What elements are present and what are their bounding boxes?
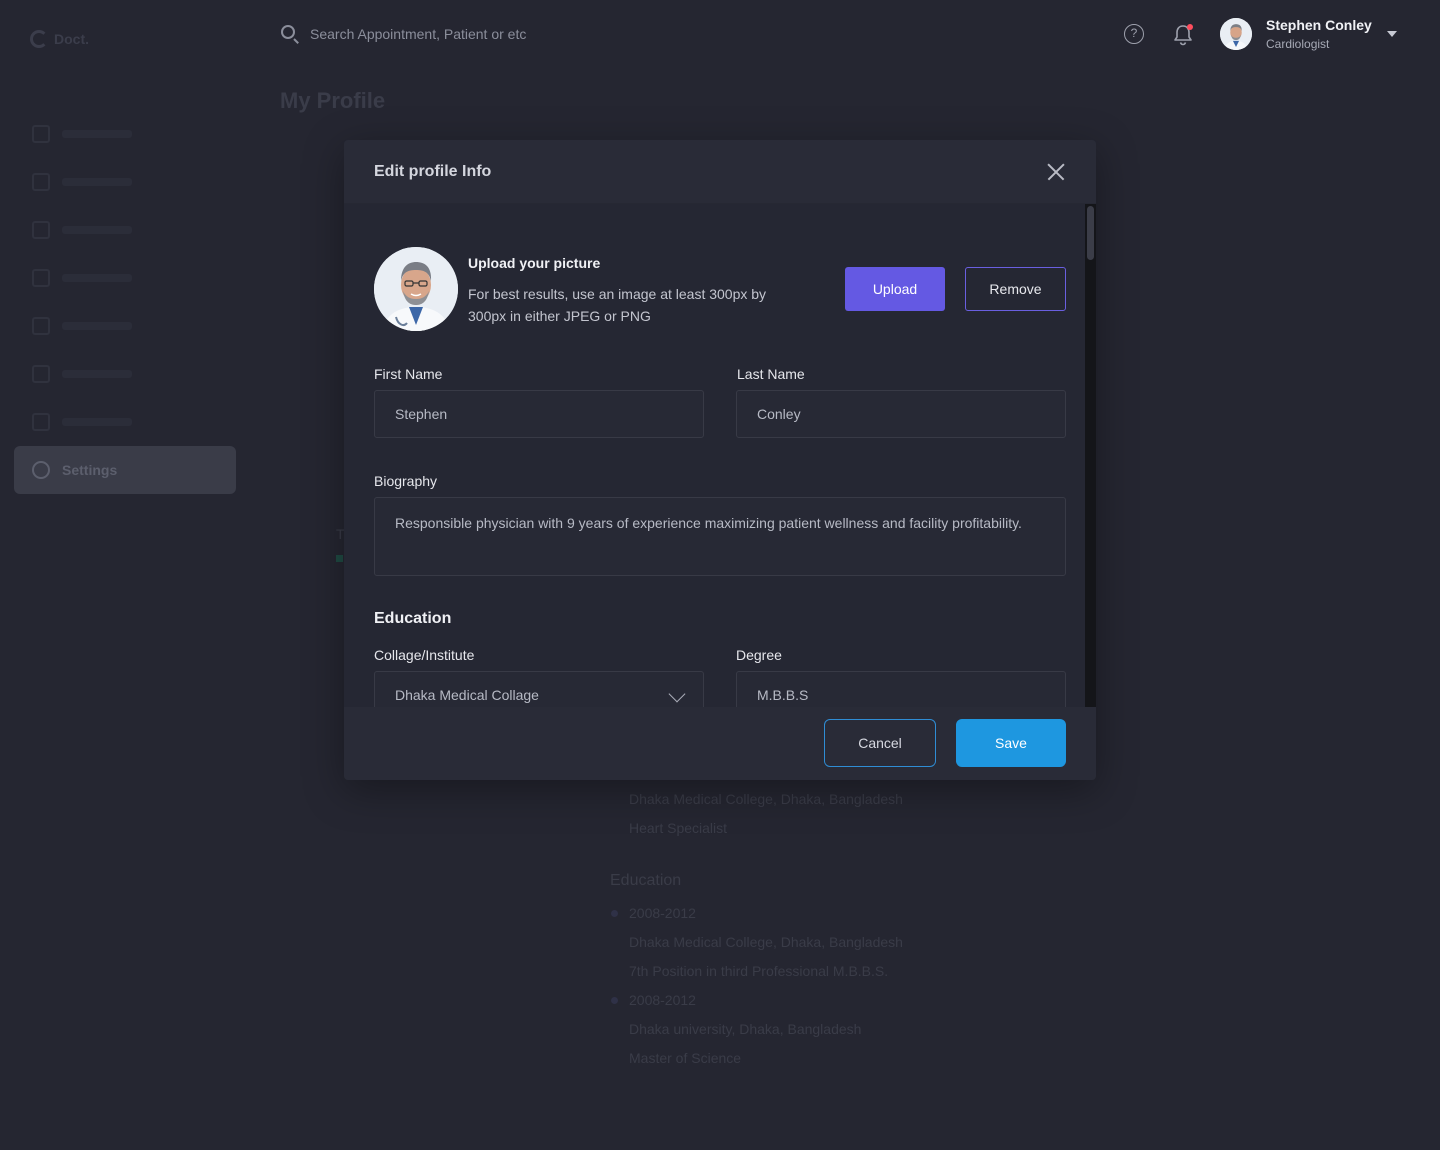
background-profile-line: Dhaka Medical College, Dhaka, Bangladesh bbox=[629, 934, 903, 950]
cancel-button[interactable]: Cancel bbox=[824, 719, 936, 767]
sidebar-item-label bbox=[62, 370, 132, 378]
education-heading: Education bbox=[374, 610, 452, 627]
sidebar-item-3[interactable] bbox=[14, 206, 236, 254]
modal-body: Upload your picture For best results, us… bbox=[344, 204, 1096, 707]
users-icon bbox=[32, 221, 50, 239]
institute-value: Dhaka Medical Collage bbox=[395, 687, 539, 703]
degree-label: Degree bbox=[736, 647, 782, 663]
last-name-label: Last Name bbox=[737, 366, 805, 382]
logo-icon bbox=[30, 30, 48, 48]
close-icon[interactable] bbox=[1046, 162, 1066, 182]
chevron-down-icon bbox=[668, 685, 686, 703]
background-profile-line: 2008-2012 bbox=[610, 986, 903, 1015]
search-icon bbox=[280, 24, 300, 44]
sidebar-item-label bbox=[62, 226, 132, 234]
notification-dot bbox=[1187, 24, 1193, 30]
sidebar-item-6[interactable] bbox=[14, 350, 236, 398]
save-button[interactable]: Save bbox=[956, 719, 1066, 767]
sidebar-item-1[interactable] bbox=[14, 110, 236, 158]
upload-section: Upload your picture For best results, us… bbox=[374, 247, 1066, 331]
background-profile-details: Dhaka Medical College, Dhaka, Bangladesh… bbox=[610, 785, 903, 1073]
upload-title: Upload your picture bbox=[468, 255, 601, 271]
sidebar-item-label bbox=[62, 130, 132, 138]
grid-icon bbox=[32, 125, 50, 143]
sidebar-item-settings[interactable]: Settings bbox=[14, 446, 236, 494]
biography-label: Biography bbox=[374, 473, 438, 489]
sidebar-item-7[interactable] bbox=[14, 398, 236, 446]
logo-text: Doct. bbox=[54, 31, 89, 47]
sidebar-item-2[interactable] bbox=[14, 158, 236, 206]
modal-footer: Cancel Save bbox=[344, 707, 1096, 780]
institute-label: Collage/Institute bbox=[374, 647, 475, 663]
upload-hint: For best results, use an image at least … bbox=[468, 286, 767, 324]
sidebar: Doct. Settings bbox=[0, 0, 250, 1150]
sidebar-item-5[interactable] bbox=[14, 302, 236, 350]
caret-down-icon[interactable] bbox=[1387, 31, 1397, 37]
edit-profile-modal: Edit profile Info Upload your picture Fo… bbox=[344, 140, 1096, 780]
topbar: ? Stephen Conley Cardiolo bbox=[250, 0, 1440, 70]
first-name-label: First Name bbox=[374, 366, 443, 382]
sidebar-item-4[interactable] bbox=[14, 254, 236, 302]
remove-button[interactable]: Remove bbox=[965, 267, 1066, 311]
modal-title: Edit profile Info bbox=[374, 162, 492, 180]
logo[interactable]: Doct. bbox=[30, 30, 89, 48]
degree-field[interactable] bbox=[736, 671, 1066, 707]
modal-header: Edit profile Info bbox=[344, 140, 1096, 204]
bell-icon[interactable] bbox=[1172, 23, 1194, 47]
scrollbar-thumb[interactable] bbox=[1087, 206, 1094, 260]
scrollbar-track[interactable] bbox=[1085, 204, 1096, 707]
search-input[interactable] bbox=[310, 26, 630, 42]
background-profile-line: Dhaka Medical College, Dhaka, Bangladesh bbox=[629, 791, 903, 807]
institute-select[interactable]: Dhaka Medical Collage bbox=[374, 671, 704, 707]
user-role: Cardiologist bbox=[1266, 37, 1330, 51]
background-profile-line: Master of Science bbox=[629, 1050, 742, 1066]
chart-icon bbox=[32, 365, 50, 383]
sidebar-item-label bbox=[62, 274, 132, 282]
inbox-icon bbox=[32, 317, 50, 335]
avatar bbox=[1220, 18, 1252, 50]
upload-button[interactable]: Upload bbox=[845, 267, 945, 311]
search-bar bbox=[280, 24, 630, 44]
profile-picture bbox=[374, 247, 458, 331]
biography-field[interactable]: Responsible physician with 9 years of ex… bbox=[374, 497, 1066, 576]
user-name: Stephen Conley bbox=[1266, 17, 1372, 33]
calendar-icon bbox=[32, 173, 50, 191]
page-title: My Profile bbox=[280, 88, 386, 113]
schedule-icon bbox=[32, 269, 50, 287]
background-profile-line: Dhaka university, Dhaka, Bangladesh bbox=[629, 1021, 862, 1037]
first-name-field[interactable] bbox=[374, 390, 704, 438]
background-profile-line: 7th Position in third Professional M.B.B… bbox=[629, 963, 889, 979]
background-marker bbox=[336, 555, 343, 562]
document-icon bbox=[32, 413, 50, 431]
user-menu[interactable]: Stephen Conley Cardiologist bbox=[1220, 17, 1372, 51]
sidebar-item-label bbox=[62, 418, 132, 426]
background-profile-line: 2008-2012 bbox=[610, 899, 903, 928]
sidebar-item-label: Settings bbox=[62, 462, 118, 478]
help-icon[interactable]: ? bbox=[1124, 24, 1144, 44]
last-name-field[interactable] bbox=[736, 390, 1066, 438]
background-profile-line: Heart Specialist bbox=[629, 820, 728, 836]
sidebar-item-label bbox=[62, 322, 132, 330]
sidebar-item-label bbox=[62, 178, 132, 186]
gear-icon bbox=[32, 461, 50, 479]
sidebar-nav: Settings bbox=[14, 110, 236, 494]
background-section-heading: Education bbox=[610, 872, 682, 889]
